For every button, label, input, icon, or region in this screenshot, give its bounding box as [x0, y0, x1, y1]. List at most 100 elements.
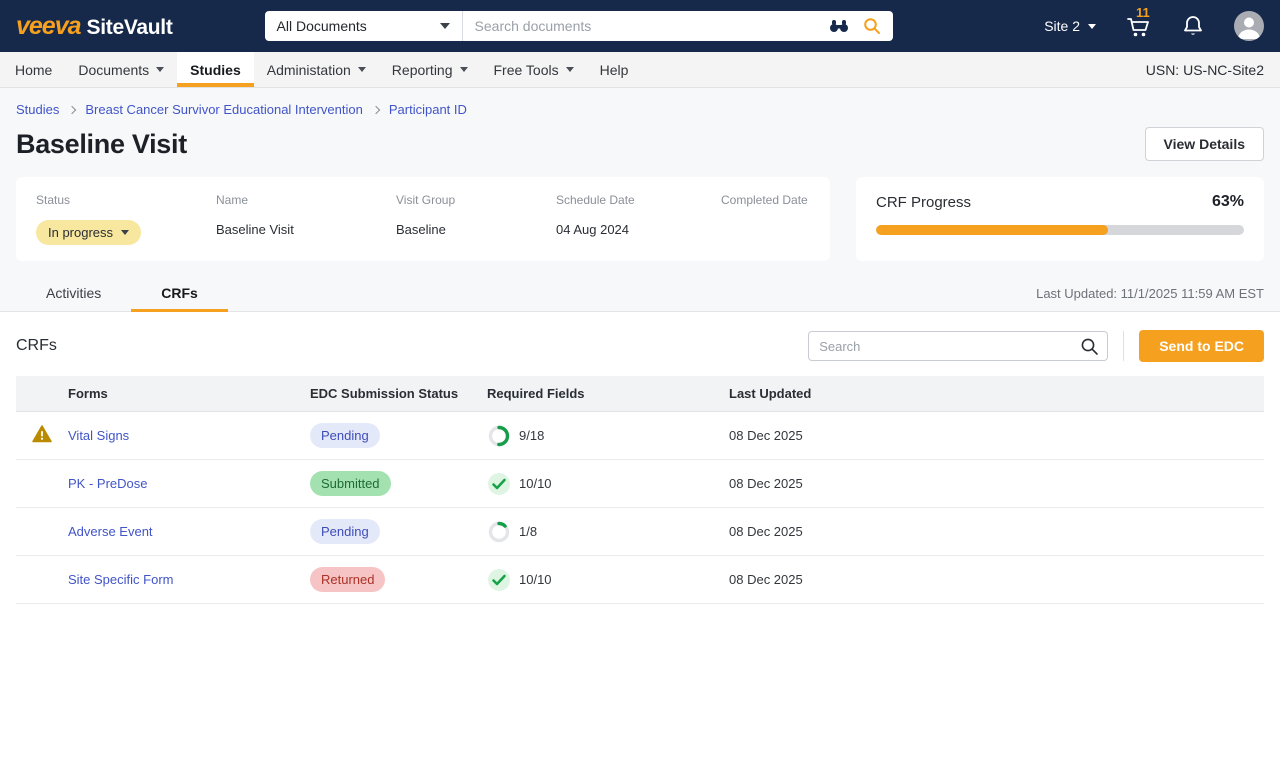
progress-ring-icon	[487, 424, 511, 448]
last-updated-timestamp: Last Updated: 11/1/2025 11:59 AM EST	[1036, 286, 1264, 301]
search-icon[interactable]	[1080, 337, 1107, 356]
chevron-down-icon	[459, 67, 468, 72]
tab-activities[interactable]: Activities	[16, 275, 131, 311]
chevron-down-icon	[439, 23, 450, 29]
crfs-search-box	[808, 331, 1109, 361]
schedule-date-label: Schedule Date	[556, 193, 635, 207]
site-select-value: Site 2	[1044, 18, 1080, 34]
crfs-search-input[interactable]	[809, 338, 1081, 354]
required-fields-count: 10/10	[519, 476, 552, 491]
col-header-edc-status: EDC Submission Status	[310, 386, 459, 401]
user-avatar[interactable]	[1234, 11, 1264, 41]
tab-crfs[interactable]: CRFs	[131, 275, 228, 312]
breadcrumb: Studies Breast Cancer Survivor Education…	[16, 88, 1264, 117]
form-link[interactable]: Vital Signs	[68, 428, 129, 443]
last-updated-value: 08 Dec 2025	[729, 572, 803, 587]
last-updated-value: 08 Dec 2025	[729, 476, 803, 491]
cart-badge: 11	[1135, 5, 1151, 20]
view-details-button[interactable]: View Details	[1144, 127, 1264, 161]
search-icon[interactable]	[863, 17, 881, 35]
site-select[interactable]: Site 2	[1044, 18, 1096, 34]
binoculars-icon[interactable]	[829, 19, 849, 33]
name-value: Baseline Visit	[216, 221, 294, 237]
status-dropdown-chip[interactable]: In progress	[36, 220, 142, 245]
crf-progress-percent: 63%	[1211, 193, 1244, 210]
table-header-row: Forms EDC Submission Status Required Fie…	[16, 376, 1264, 412]
page-title: Baseline Visit	[16, 128, 187, 159]
required-fields-count: 9/18	[519, 428, 545, 443]
visit-summary-section: Studies Breast Cancer Survivor Education…	[0, 88, 1280, 312]
scope-select-value: All Documents	[276, 18, 367, 34]
visit-info-card: Status In progress Name Baseline Visit V…	[16, 177, 830, 261]
status-label: Status	[36, 193, 71, 207]
complete-check-icon	[487, 568, 511, 592]
nav-item-studies[interactable]: Studies	[177, 52, 254, 87]
usn-label: USN: US-NC-Site2	[1145, 61, 1264, 78]
crfs-table: Forms EDC Submission Status Required Fie…	[16, 376, 1264, 604]
crf-progress-label: CRF Progress	[876, 193, 972, 211]
notifications-bell-button[interactable]	[1182, 14, 1204, 38]
visit-tabs: Activities CRFs Last Updated: 11/1/2025 …	[16, 275, 1264, 312]
table-row: PK - PreDose Submitted 10/10 08 Dec 2025	[16, 460, 1264, 508]
send-to-edc-button[interactable]: Send to EDC	[1139, 330, 1264, 362]
col-header-required-fields: Required Fields	[487, 386, 585, 401]
nav-item-administration[interactable]: Administation	[254, 52, 379, 87]
cart-button[interactable]: 11	[1126, 5, 1152, 38]
chevron-down-icon	[1088, 23, 1096, 29]
required-fields-count: 10/10	[519, 572, 552, 587]
status-chip: Pending	[310, 519, 380, 544]
breadcrumb-separator-icon	[371, 105, 381, 114]
crf-progress-card: CRF Progress 63%	[856, 177, 1264, 261]
progress-ring-icon	[487, 520, 511, 544]
status-value: In progress	[48, 225, 114, 240]
chevron-down-icon	[156, 67, 165, 72]
breadcrumb-link-participant[interactable]: Participant ID	[389, 102, 467, 117]
nav-item-reporting[interactable]: Reporting	[379, 52, 481, 87]
name-label: Name	[216, 193, 249, 207]
visit-group-value: Baseline	[396, 221, 446, 237]
last-updated-value: 08 Dec 2025	[729, 524, 803, 539]
veeva-logo-text: veeva	[16, 11, 82, 40]
crf-progress-fill	[876, 225, 1108, 235]
form-link[interactable]: PK - PreDose	[68, 476, 147, 491]
complete-check-icon	[487, 472, 511, 496]
nav-item-free-tools[interactable]: Free Tools	[481, 52, 587, 87]
breadcrumb-link-study[interactable]: Breast Cancer Survivor Educational Inter…	[85, 102, 362, 117]
toolbar-divider	[1123, 331, 1125, 361]
crfs-section: CRFs Send to EDC Forms EDC Submission St…	[0, 330, 1280, 604]
nav-item-help[interactable]: Help	[587, 52, 642, 87]
chevron-down-icon	[565, 67, 574, 72]
last-updated-value: 08 Dec 2025	[729, 428, 803, 443]
global-search-group: All Documents	[264, 11, 893, 41]
main-nav: Home Documents Studies Administation Rep…	[0, 52, 1280, 88]
status-chip: Returned	[310, 567, 386, 592]
breadcrumb-separator-icon	[68, 105, 77, 114]
visit-group-label: Visit Group	[396, 193, 456, 207]
sitevault-logo[interactable]: veeva SiteVault	[16, 12, 173, 41]
col-header-last-updated: Last Updated	[729, 386, 812, 401]
crf-progress-bar	[876, 225, 1244, 235]
col-header-forms: Forms	[68, 386, 108, 401]
product-name: SiteVault	[86, 15, 173, 39]
table-row: Site Specific Form Returned 10/10 08 Dec…	[16, 556, 1264, 604]
chevron-down-icon	[121, 230, 130, 235]
document-scope-select[interactable]: All Documents	[265, 11, 463, 41]
form-link[interactable]: Site Specific Form	[68, 572, 173, 587]
schedule-date-value: 04 Aug 2024	[556, 221, 630, 237]
top-bar: veevaSiteVault All Documents Site 2 11	[0, 0, 1280, 52]
breadcrumb-link-studies[interactable]: Studies	[16, 102, 59, 117]
completed-date-value	[721, 220, 810, 238]
status-chip: Pending	[310, 423, 380, 448]
warning-icon	[32, 425, 52, 446]
search-input[interactable]	[462, 18, 829, 34]
table-row: Adverse Event Pending 1/8 08 Dec 2025	[16, 508, 1264, 556]
required-fields-count: 1/8	[519, 524, 538, 539]
completed-date-label: Completed Date	[721, 193, 808, 207]
crfs-heading: CRFs	[16, 337, 57, 354]
nav-item-home[interactable]: Home	[2, 52, 65, 87]
nav-item-documents[interactable]: Documents	[65, 52, 177, 87]
status-chip: Submitted	[310, 471, 391, 496]
form-link[interactable]: Adverse Event	[68, 524, 153, 539]
chevron-down-icon	[357, 67, 366, 72]
table-row: Vital Signs Pending 9/18 08 Dec 2025	[16, 412, 1264, 460]
